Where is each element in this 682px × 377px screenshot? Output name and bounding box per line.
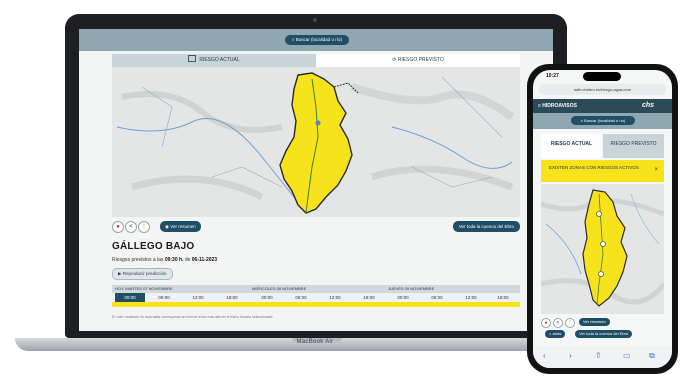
share-icon[interactable]: <: [125, 221, 137, 233]
day-label: HOY, MARTES 07 NOVIEMBRE: [115, 286, 173, 291]
search-button[interactable]: ⌕ Buscar (localidad o río): [285, 35, 349, 45]
hour-slot[interactable]: 06:00: [422, 293, 452, 302]
forecast-timeline: HOY, MARTES 07 NOVIEMBRE MIÉRCOLES 08 NO…: [112, 285, 520, 307]
basin-map[interactable]: [541, 184, 664, 314]
warning-icon[interactable]: !: [565, 318, 575, 328]
app-header: ≡ HIDROAVISOS chs: [533, 99, 672, 113]
laptop-screen: ⌕ Buscar (localidad o río) Riesgo actual…: [79, 29, 553, 331]
status-time: 10:27: [546, 73, 559, 79]
camera-dot: [313, 18, 317, 22]
hour-slot[interactable]: 18:00: [354, 293, 384, 302]
legend-note: El color mostrado en esta tabla correspo…: [112, 315, 273, 319]
risk-tabs: Riesgo actual ⟳ Riesgo previsto: [112, 54, 520, 67]
hour-slot[interactable]: 06:00: [149, 293, 179, 302]
active-risk-alert: EXISTEN ZONAS CON RIESGOS ACTIVOS ×: [541, 160, 664, 182]
play-forecast-button[interactable]: ▶ Reproducir predicción: [112, 268, 173, 280]
summary-button[interactable]: ◉ Ver resumen: [160, 221, 201, 232]
location-pin-icon[interactable]: ●: [112, 221, 124, 233]
hour-slot[interactable]: 00:00: [115, 293, 145, 302]
risk-level-bar: [112, 302, 520, 307]
map-graphic: [541, 184, 664, 314]
warning-icon[interactable]: !: [138, 221, 150, 233]
hour-slot[interactable]: 12:00: [320, 293, 350, 302]
tab-current-risk[interactable]: RIESGO ACTUAL: [541, 134, 602, 158]
whole-basin-button[interactable]: Ver toda la cuenca del Ebro: [452, 221, 520, 232]
search-button[interactable]: ⌕ Buscar (localidad o río): [571, 116, 635, 125]
tab-current-risk[interactable]: Riesgo actual: [112, 54, 316, 67]
basin-map[interactable]: [112, 67, 520, 217]
browser-nav-bar: ‹ › ⇧ ▭ ⧉: [533, 346, 672, 368]
address-bar[interactable]: saih.chebro.es/riesgo-agua.com: [539, 84, 666, 95]
phone-screen: 10:27 saih.chebro.es/riesgo-agua.com ≡ H…: [533, 70, 672, 368]
tab-forecast-risk[interactable]: RIESGO PREVISTO: [603, 134, 664, 158]
map-graphic: [112, 67, 520, 217]
share-icon[interactable]: ⇧: [595, 351, 602, 360]
back-button[interactable]: < atrás: [545, 330, 566, 338]
hour-slot[interactable]: 06:00: [286, 293, 316, 302]
map-toolbar: ● < ! Ver resumen: [541, 318, 664, 328]
hour-slot[interactable]: 12:00: [183, 293, 213, 302]
tabs-icon[interactable]: ⧉: [649, 351, 655, 361]
menu-brand[interactable]: ≡ HIDROAVISOS: [538, 99, 577, 113]
alert-text: EXISTEN ZONAS CON RIESGOS ACTIVOS: [549, 165, 639, 170]
top-bar: ⌕ Buscar (localidad o río): [79, 29, 553, 51]
share-icon[interactable]: <: [553, 318, 563, 328]
hour-slot[interactable]: 00:00: [388, 293, 418, 302]
status-bar: 10:27: [533, 70, 672, 82]
forecast-timestamp: Riesgos previstos a las 09:30 h. de 06-1…: [112, 257, 218, 263]
hour-slot[interactable]: 00:00: [252, 293, 282, 302]
close-icon[interactable]: ×: [654, 167, 658, 173]
bookmarks-icon[interactable]: ▭: [623, 351, 631, 360]
whole-basin-button[interactable]: Ver toda la cuenca del Ebro: [575, 330, 633, 338]
day-row: HOY, MARTES 07 NOVIEMBRE MIÉRCOLES 08 NO…: [112, 285, 520, 293]
day-label: JUEVES 09 NOVIEMBRE: [388, 286, 435, 291]
hour-slot[interactable]: 18:00: [217, 293, 247, 302]
hour-slot[interactable]: 18:00: [488, 293, 518, 302]
zone-title: GÁLLEGO BAJO: [112, 241, 195, 252]
risk-tabs: RIESGO ACTUAL RIESGO PREVISTO: [541, 134, 664, 158]
summary-button[interactable]: Ver resumen: [579, 318, 610, 326]
tab-forecast-risk[interactable]: ⟳ Riesgo previsto: [316, 54, 520, 67]
chs-logo: chs: [641, 102, 654, 109]
forward-icon[interactable]: ›: [569, 351, 572, 360]
hour-slot[interactable]: 12:00: [456, 293, 486, 302]
calendar-icon: [188, 55, 197, 62]
day-label: MIÉRCOLES 08 NOVIEMBRE: [252, 286, 307, 291]
dynamic-island: [583, 72, 621, 81]
location-pin-icon[interactable]: ●: [541, 318, 551, 328]
hour-row: 00:00 06:00 12:00 18:00 00:00 06:00 12:0…: [112, 293, 520, 302]
map-toolbar: ● < ! ◉ Ver resumen Ver toda la cuenca d…: [112, 221, 520, 235]
back-icon[interactable]: ‹: [543, 351, 546, 360]
